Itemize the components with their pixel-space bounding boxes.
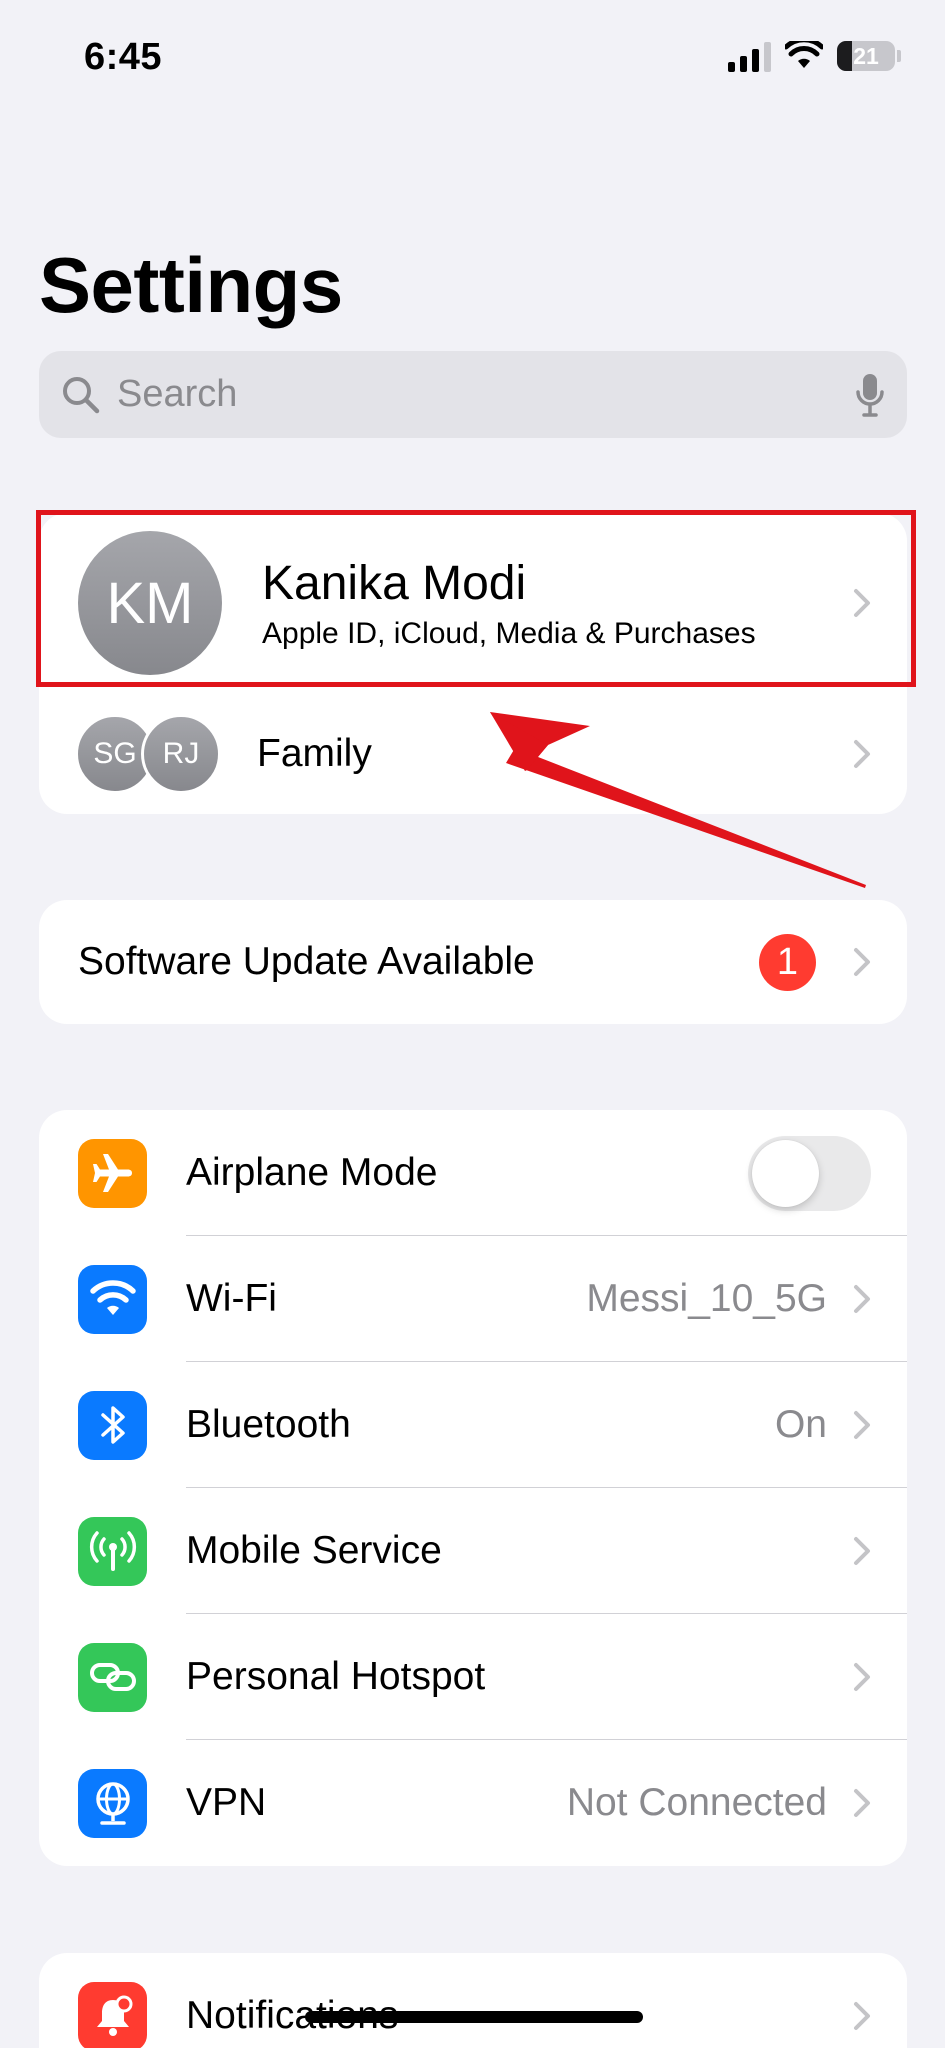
chevron-right-icon (854, 1411, 870, 1439)
chevron-right-icon (854, 1663, 870, 1691)
family-row[interactable]: SG RJ Family (39, 693, 907, 814)
avatar: KM (78, 531, 222, 675)
wifi-label: Wi-Fi (186, 1277, 277, 1320)
status-time: 6:45 (84, 36, 163, 78)
personal-hotspot-row[interactable]: Personal Hotspot (39, 1614, 907, 1740)
apple-id-row[interactable]: KM Kanika Modi Apple ID, iCloud, Media &… (39, 513, 907, 693)
chevron-right-icon (854, 948, 870, 976)
bluetooth-icon (78, 1390, 147, 1460)
antenna-icon (78, 1516, 147, 1586)
airplane-mode-toggle[interactable] (748, 1135, 871, 1211)
wifi-row[interactable]: Wi-Fi Messi_10_5G (39, 1236, 907, 1362)
wifi-network-value: Messi_10_5G (586, 1277, 827, 1320)
page-title: Settings (39, 241, 343, 329)
search-bar[interactable] (39, 351, 907, 438)
personal-hotspot-label: Personal Hotspot (186, 1655, 486, 1698)
software-update-row[interactable]: Software Update Available 1 (39, 900, 907, 1024)
bluetooth-label: Bluetooth (186, 1403, 351, 1446)
family-label: Family (257, 731, 372, 775)
chevron-right-icon (854, 1789, 870, 1817)
chevron-right-icon (854, 1285, 870, 1313)
chevron-right-icon (854, 2002, 870, 2030)
globe-icon (78, 1768, 147, 1838)
airplane-mode-label: Airplane Mode (186, 1151, 438, 1194)
family-avatars: SG RJ (75, 713, 225, 794)
status-icons: 21 (728, 40, 901, 72)
microphone-icon[interactable] (855, 372, 885, 418)
connectivity-group: Airplane Mode Wi-Fi Messi_10_5G Bluetoot… (39, 1110, 907, 1866)
family-avatar: RJ (141, 713, 221, 794)
vpn-row[interactable]: VPN Not Connected (39, 1740, 907, 1866)
search-icon (63, 376, 100, 413)
wifi-icon (78, 1264, 147, 1334)
settings-screen: 6:45 21 Settings Search KM Kanika Modi A… (0, 0, 945, 2048)
hotspot-link-icon (78, 1642, 147, 1712)
vpn-label: VPN (186, 1781, 267, 1824)
battery-level: 21 (853, 42, 879, 69)
battery-icon: 21 (837, 41, 901, 71)
bluetooth-row[interactable]: Bluetooth On (39, 1362, 907, 1488)
mobile-service-row[interactable]: Mobile Service (39, 1488, 907, 1614)
account-group: KM Kanika Modi Apple ID, iCloud, Media &… (39, 513, 907, 814)
chevron-right-icon (854, 589, 870, 617)
search-input[interactable] (117, 373, 855, 416)
software-update-label: Software Update Available (78, 940, 535, 983)
chevron-right-icon (854, 739, 870, 768)
vpn-status-value: Not Connected (566, 1781, 827, 1824)
airplane-icon (78, 1138, 147, 1208)
notifications-row[interactable]: Notifications (39, 1953, 907, 2048)
cellular-signal-icon (728, 40, 771, 72)
chevron-right-icon (854, 1537, 870, 1565)
profile-subtitle: Apple ID, iCloud, Media & Purchases (262, 616, 756, 650)
wifi-status-icon (785, 41, 823, 68)
bell-icon (78, 1981, 147, 2048)
profile-name: Kanika Modi (262, 556, 527, 610)
update-badge: 1 (759, 933, 816, 991)
software-update-group: Software Update Available 1 (39, 900, 907, 1024)
airplane-mode-row[interactable]: Airplane Mode (39, 1110, 907, 1236)
notifications-group: Notifications (39, 1953, 907, 2048)
home-indicator (305, 2011, 643, 2023)
bluetooth-value: On (774, 1403, 827, 1446)
mobile-service-label: Mobile Service (186, 1529, 442, 1572)
